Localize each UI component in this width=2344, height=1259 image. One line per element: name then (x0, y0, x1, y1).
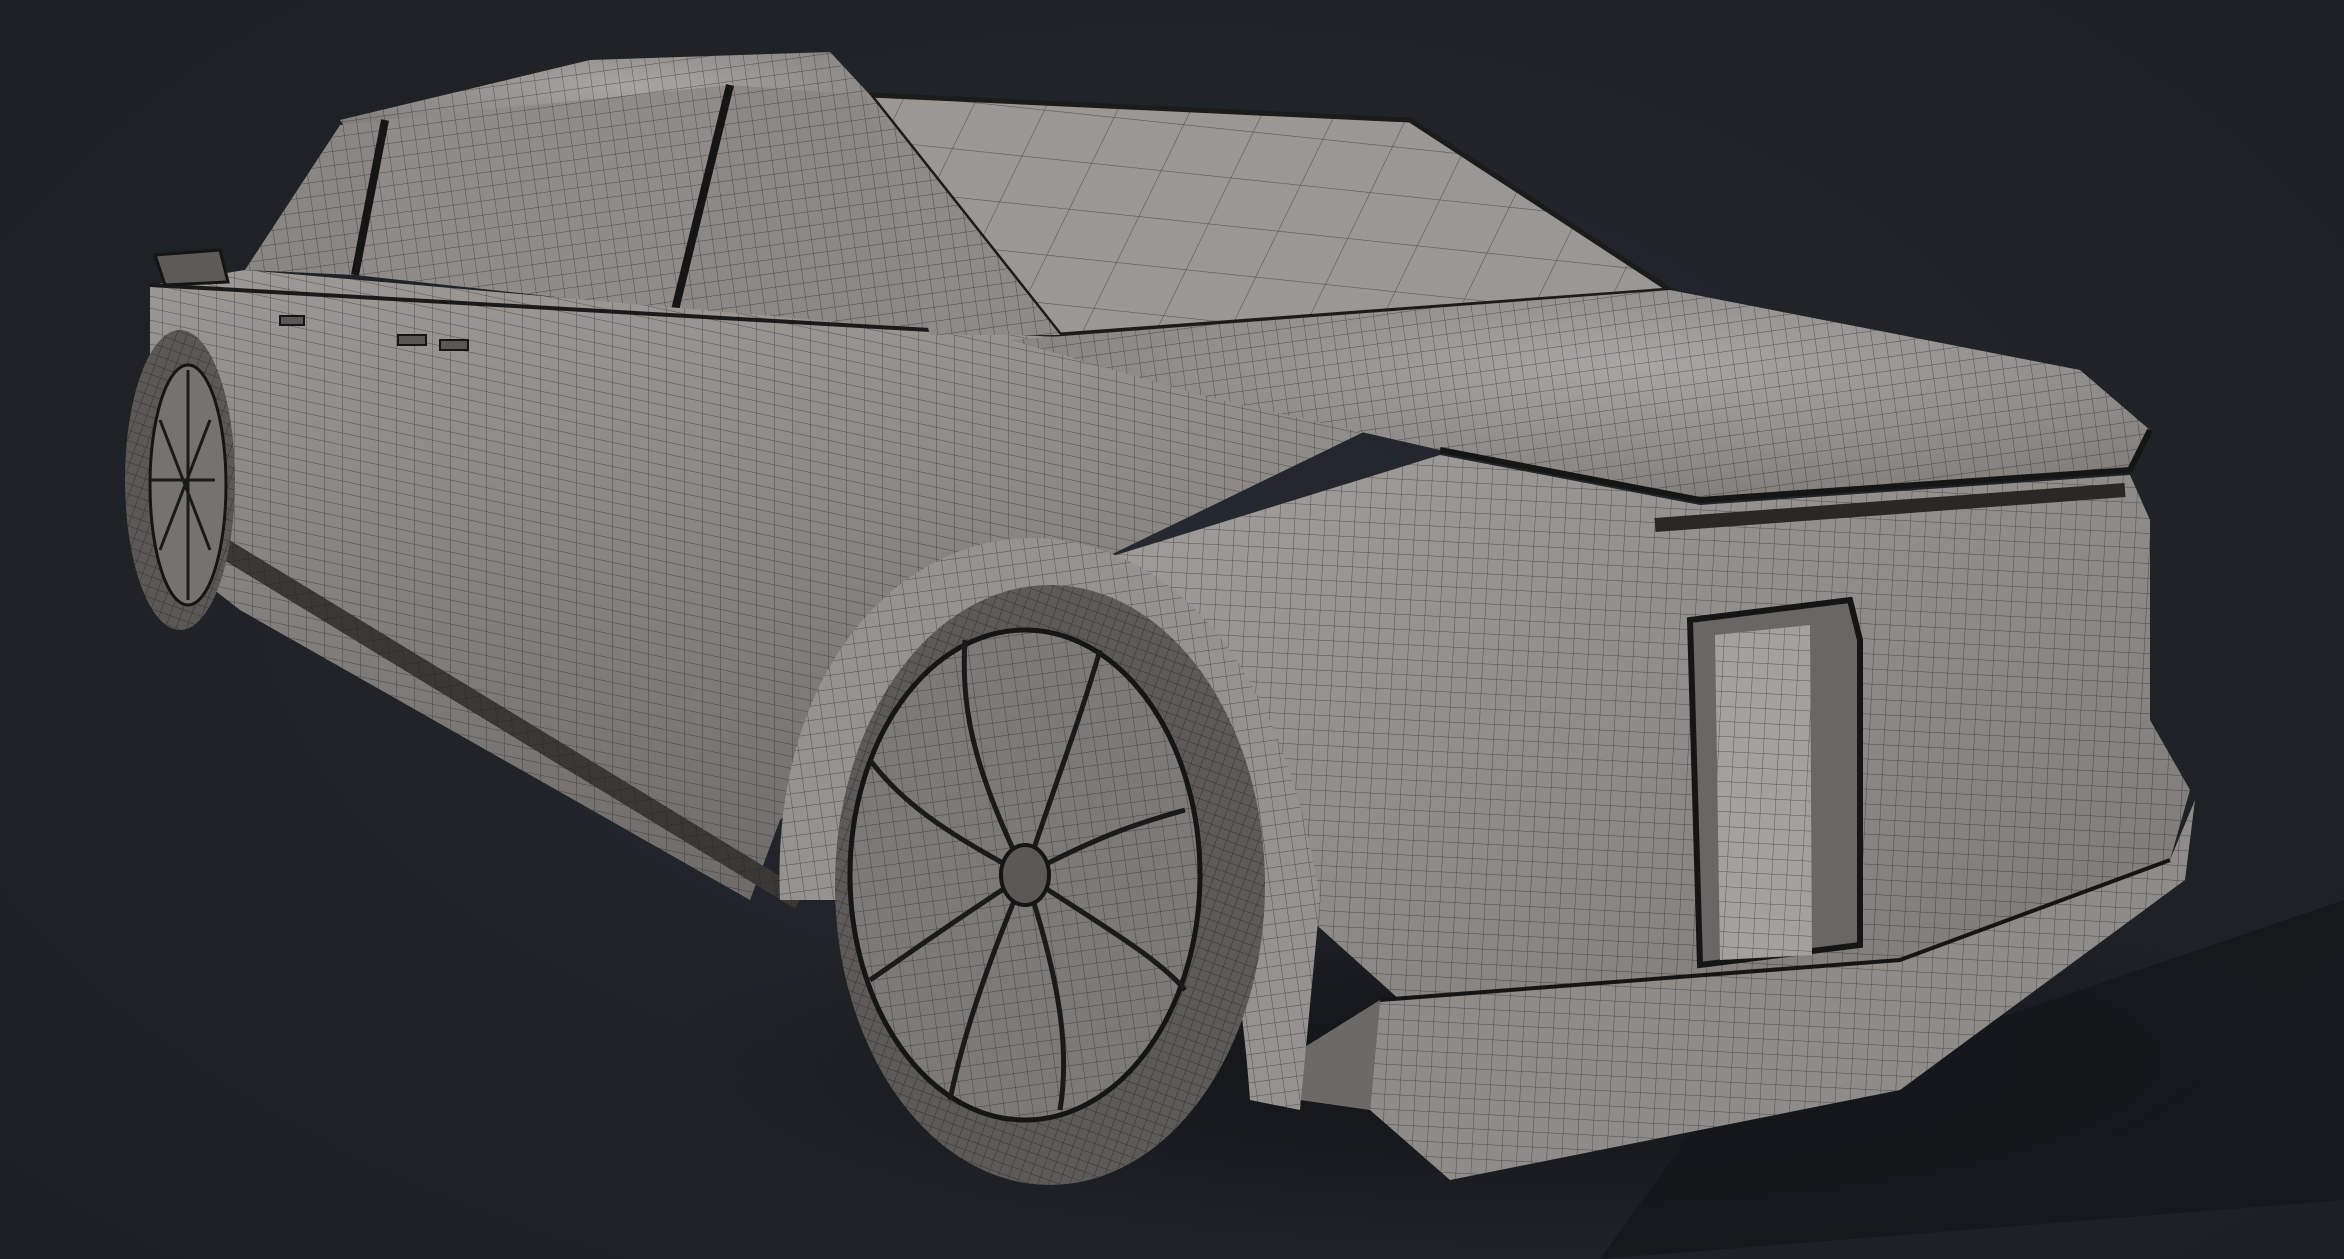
side-mirror (152, 248, 230, 287)
tail-light (1686, 596, 1863, 969)
car-wireframe-scene (125, 52, 2344, 1259)
front-wheel (125, 330, 235, 630)
wheel-hub (999, 843, 1051, 907)
viewport (0, 0, 2344, 1259)
rear-wheel (835, 585, 1265, 1185)
